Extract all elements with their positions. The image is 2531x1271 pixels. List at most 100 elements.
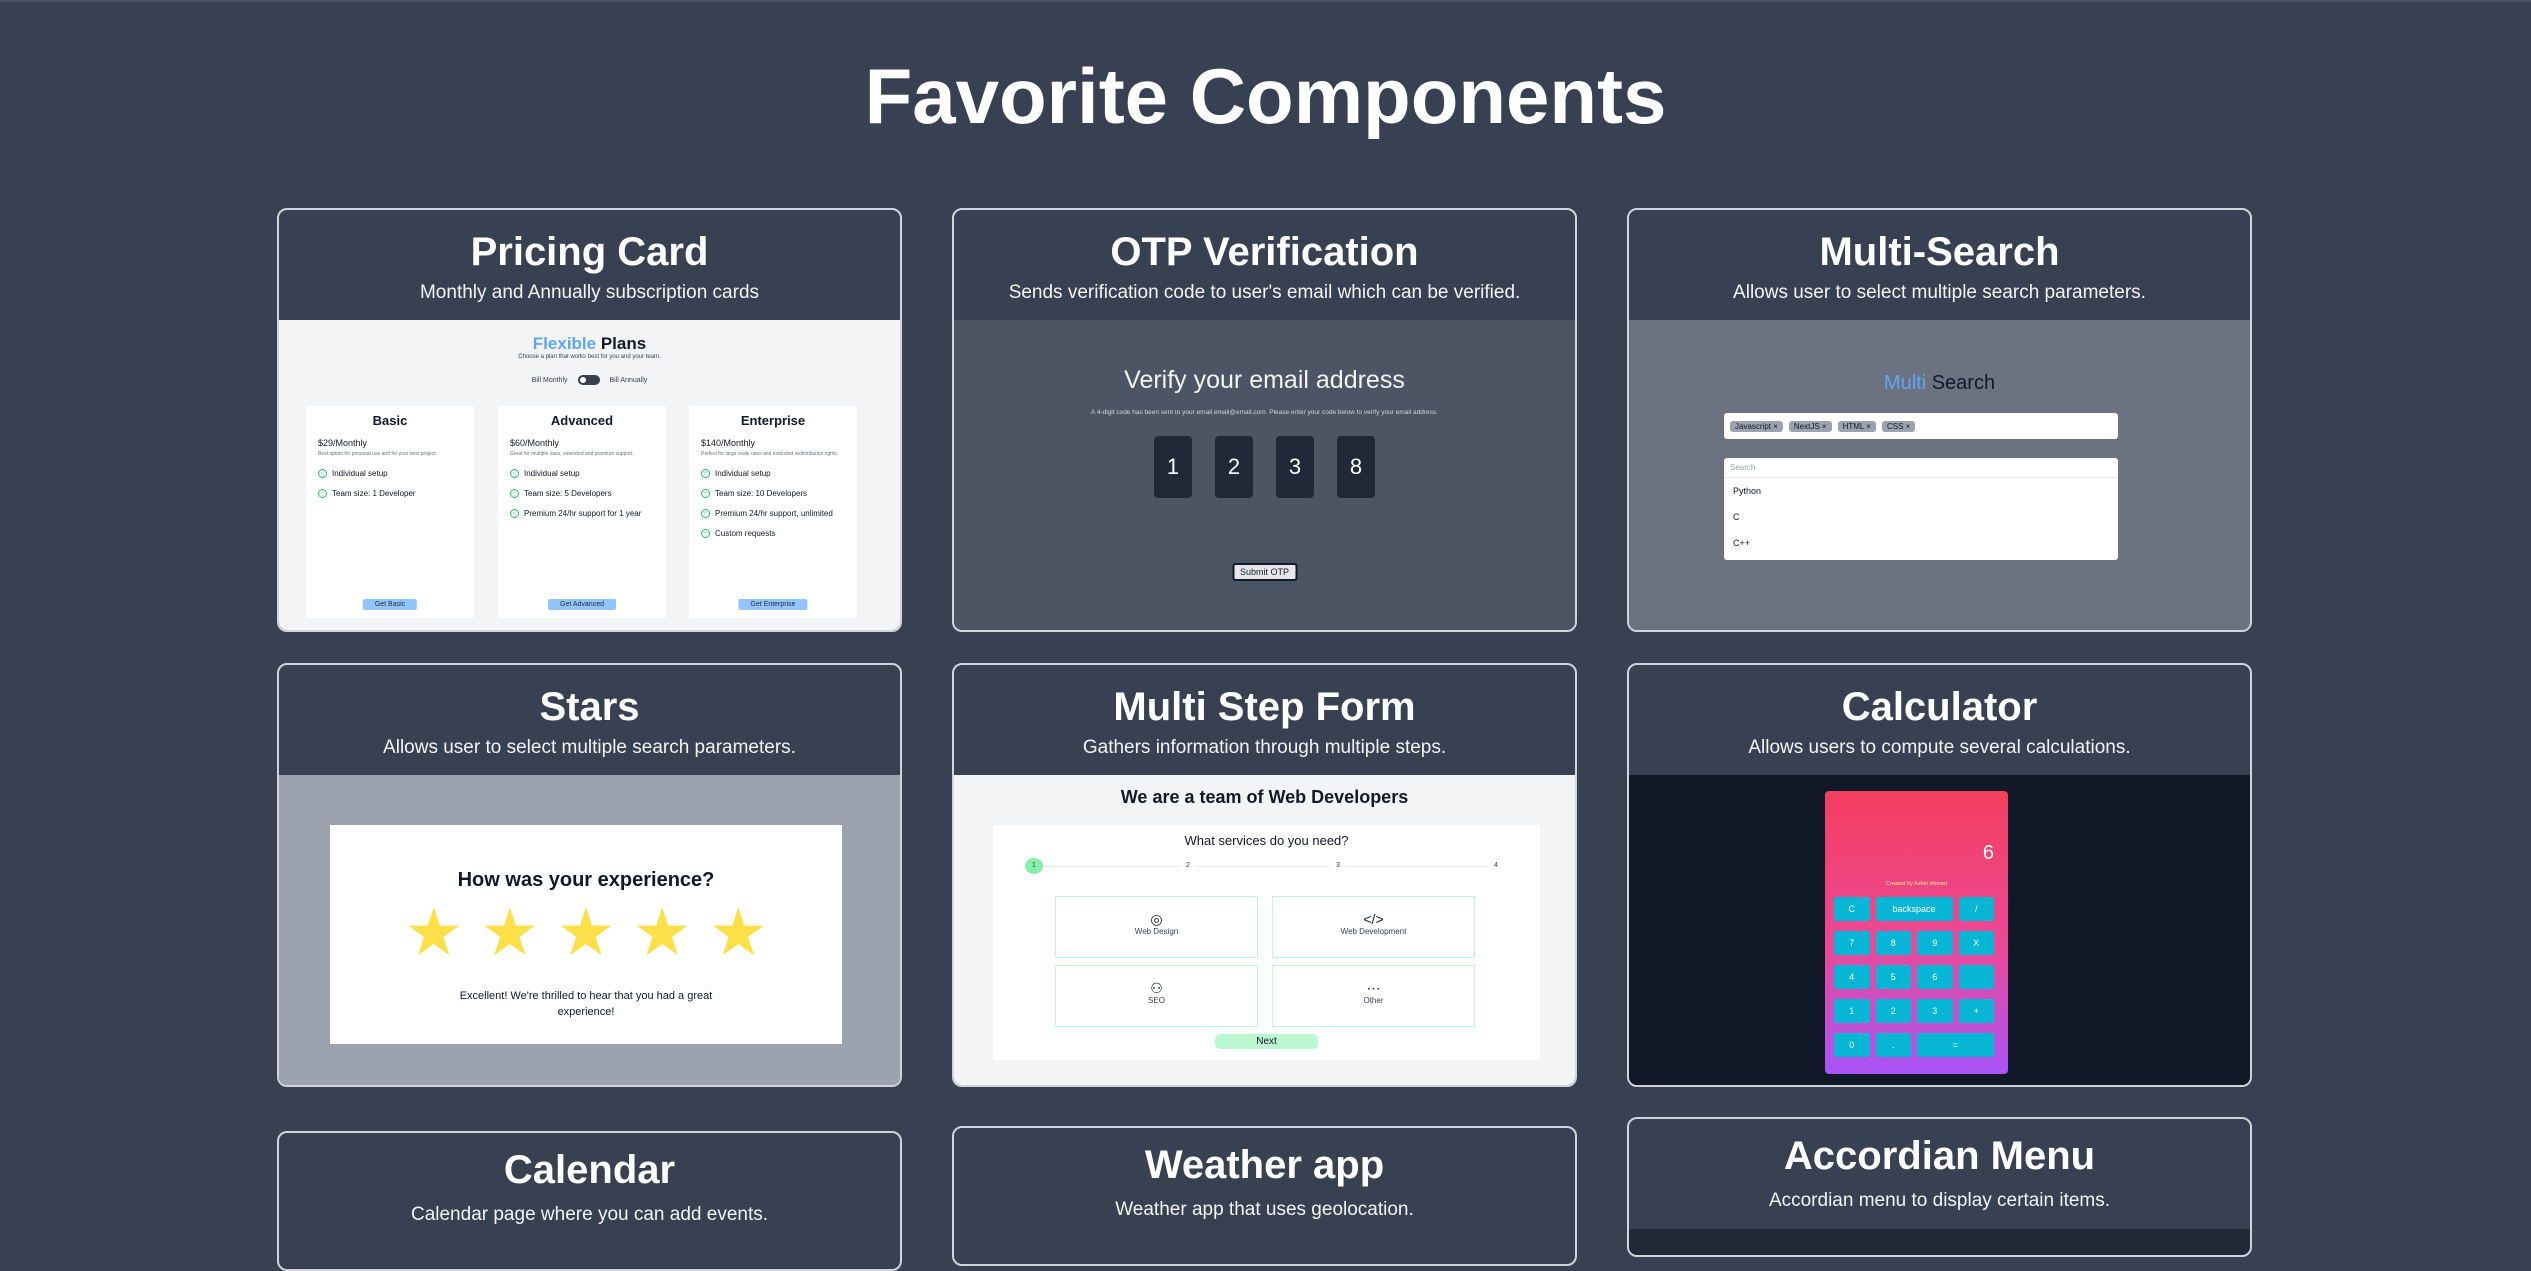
plan-price: $29/Monthly (318, 438, 368, 448)
calc-key[interactable]: 5 (1875, 965, 1911, 989)
card-multi-step-form[interactable]: Multi Step Form Gathers information thro… (952, 663, 1577, 1087)
star-icon[interactable]: ★ (633, 897, 692, 967)
card-title: Pricing Card (470, 230, 709, 274)
plan-card-basic: Basic $29/Monthly Best option for person… (306, 406, 474, 618)
get-advanced-button[interactable]: Get Advanced (548, 599, 616, 610)
calc-key[interactable]: 1 (1834, 999, 1870, 1023)
plan-price: $60/Monthly (510, 438, 560, 448)
stars-preview: How was your experience? ★ ★ ★ ★ ★ Excel… (279, 775, 900, 1085)
star-rating: ★ ★ ★ ★ ★ (330, 897, 842, 967)
card-description: Weather app that uses geolocation. (1115, 1199, 1414, 1220)
multi-step-preview: We are a team of Web Developers What ser… (954, 775, 1575, 1085)
calc-key[interactable]: 3 (1917, 999, 1953, 1023)
search-input[interactable]: Search (1724, 458, 2118, 478)
calc-key[interactable]: 6 (1917, 965, 1953, 989)
check-icon: ✓ (318, 469, 327, 478)
calc-key[interactable]: = (1917, 1033, 1994, 1057)
card-accordian-menu[interactable]: Accordian Menu Accordian menu to display… (1627, 1117, 2252, 1257)
plan-description: Best option for personal use and for you… (318, 451, 437, 457)
card-otp-verification[interactable]: OTP Verification Sends verification code… (952, 208, 1577, 632)
calc-key[interactable]: C (1834, 897, 1870, 921)
plan-feature: ✓ Individual setup (701, 469, 857, 478)
plan-feature: ✓ Team size: 10 Developers (701, 489, 857, 498)
calc-key[interactable]: 7 (1834, 931, 1870, 955)
card-pricing[interactable]: Pricing Card Monthly and Annually subscr… (277, 208, 902, 632)
get-basic-button[interactable]: Get Basic (362, 599, 418, 610)
card-title: Calendar (503, 1148, 676, 1192)
billing-toggle-row: Bill Monthly Bill Annually (279, 375, 900, 385)
calc-key[interactable]: . (1875, 1033, 1911, 1057)
star-icon[interactable]: ★ (709, 897, 768, 967)
submit-otp-button[interactable]: Submit OTP (1231, 563, 1298, 581)
plan-name: Advanced (550, 413, 614, 428)
card-stars[interactable]: Stars Allows user to select multiple sea… (277, 663, 902, 1087)
tag-chip[interactable]: CSS × (1881, 420, 1916, 432)
card-description: Allows user to select multiple search pa… (383, 737, 796, 758)
check-icon: ✓ (701, 529, 710, 538)
otp-digit-row: 1 2 3 8 (954, 436, 1575, 498)
check-icon: ✓ (510, 489, 519, 498)
otp-digit-input[interactable]: 3 (1276, 436, 1314, 498)
service-option-other[interactable]: ⋯ Other (1272, 965, 1475, 1027)
calc-key[interactable]: + (1958, 999, 1994, 1023)
card-calendar[interactable]: Calendar Calendar page where you can add… (277, 1131, 902, 1271)
star-icon[interactable]: ★ (480, 897, 539, 967)
calculator-credit: Created by Asher Ahmed (1885, 881, 1948, 887)
card-title: Multi Step Form (1113, 685, 1416, 729)
calc-key[interactable]: 0 (1834, 1033, 1870, 1057)
next-button[interactable]: Next (1215, 1034, 1318, 1049)
calc-key[interactable]: 4 (1834, 965, 1870, 989)
plan-feature: ✓ Individual setup (510, 469, 666, 478)
card-calculator[interactable]: Calculator Allows users to compute sever… (1627, 663, 2252, 1087)
card-description: Monthly and Annually subscription cards (419, 282, 760, 303)
dropdown-option[interactable]: C (1724, 504, 2118, 530)
check-icon: ✓ (701, 509, 710, 518)
card-title: OTP Verification (1110, 230, 1419, 274)
plan-description: Great for multiple uses, extended and pr… (510, 451, 634, 457)
card-description: Sends verification code to user's email … (1008, 282, 1521, 303)
get-enterprise-button[interactable]: Get Enterprise (738, 599, 808, 610)
calc-key[interactable]: backspace (1875, 897, 1953, 921)
card-weather-app[interactable]: Weather app Weather app that uses geoloc… (952, 1126, 1577, 1266)
rating-heading: How was your experience? (457, 869, 715, 891)
plan-card-enterprise: Enterprise $140/Monthly Perfect for larg… (689, 406, 857, 618)
tag-chip[interactable]: NextJS × (1788, 420, 1832, 432)
otp-digit-input[interactable]: 1 (1154, 436, 1192, 498)
service-option-web-development[interactable]: </> Web Development (1272, 896, 1475, 958)
service-option-seo[interactable]: ⚇ SEO (1055, 965, 1258, 1027)
service-option-web-design[interactable]: ◎ Web Design (1055, 896, 1258, 958)
card-multi-search[interactable]: Multi-Search Allows user to select multi… (1627, 208, 2252, 632)
step-indicator: 2 (1179, 858, 1197, 874)
tag-chip[interactable]: HTML × (1837, 420, 1876, 432)
web-design-icon: ◎ (1150, 911, 1163, 927)
billing-toggle[interactable] (577, 375, 600, 385)
dropdown-option[interactable]: C++ (1724, 530, 2118, 556)
card-title: Multi-Search (1819, 230, 2060, 274)
dropdown-option[interactable]: Python (1724, 478, 2118, 504)
calc-key[interactable] (1958, 965, 1994, 989)
check-icon: ✓ (701, 469, 710, 478)
star-icon[interactable]: ★ (556, 897, 615, 967)
calc-key[interactable]: 8 (1875, 931, 1911, 955)
card-description: Allows users to compute several calculat… (1748, 737, 2131, 758)
card-description: Calendar page where you can add events. (410, 1204, 769, 1225)
calc-key[interactable]: / (1958, 897, 1994, 921)
plan-price: $140/Monthly (701, 438, 756, 448)
tag-chip[interactable]: Javascript × (1730, 420, 1783, 432)
pricing-heading: Flexible Plans (532, 334, 647, 353)
star-icon[interactable]: ★ (404, 897, 463, 967)
card-title: Calculator (1841, 685, 2038, 729)
plan-feature: ✓ Premium 24/hr support for 1 year (510, 509, 666, 518)
plan-card-advanced: Advanced $60/Monthly Great for multiple … (498, 406, 666, 618)
plan-feature: ✓ Individual setup (318, 469, 474, 478)
otp-digit-input[interactable]: 2 (1215, 436, 1253, 498)
bill-monthly-label: Bill Monthly (531, 376, 568, 384)
card-title: Weather app (1144, 1143, 1385, 1187)
calc-key[interactable]: 2 (1875, 999, 1911, 1023)
selected-tags-input[interactable]: Javascript × NextJS × HTML × CSS × (1724, 413, 2118, 439)
card-description: Allows user to select multiple search pa… (1733, 282, 2146, 303)
otp-heading: Verify your email address (1124, 366, 1405, 394)
otp-digit-input[interactable]: 8 (1337, 436, 1375, 498)
calc-key[interactable]: X (1958, 931, 1994, 955)
calc-key[interactable]: 9 (1917, 931, 1953, 955)
